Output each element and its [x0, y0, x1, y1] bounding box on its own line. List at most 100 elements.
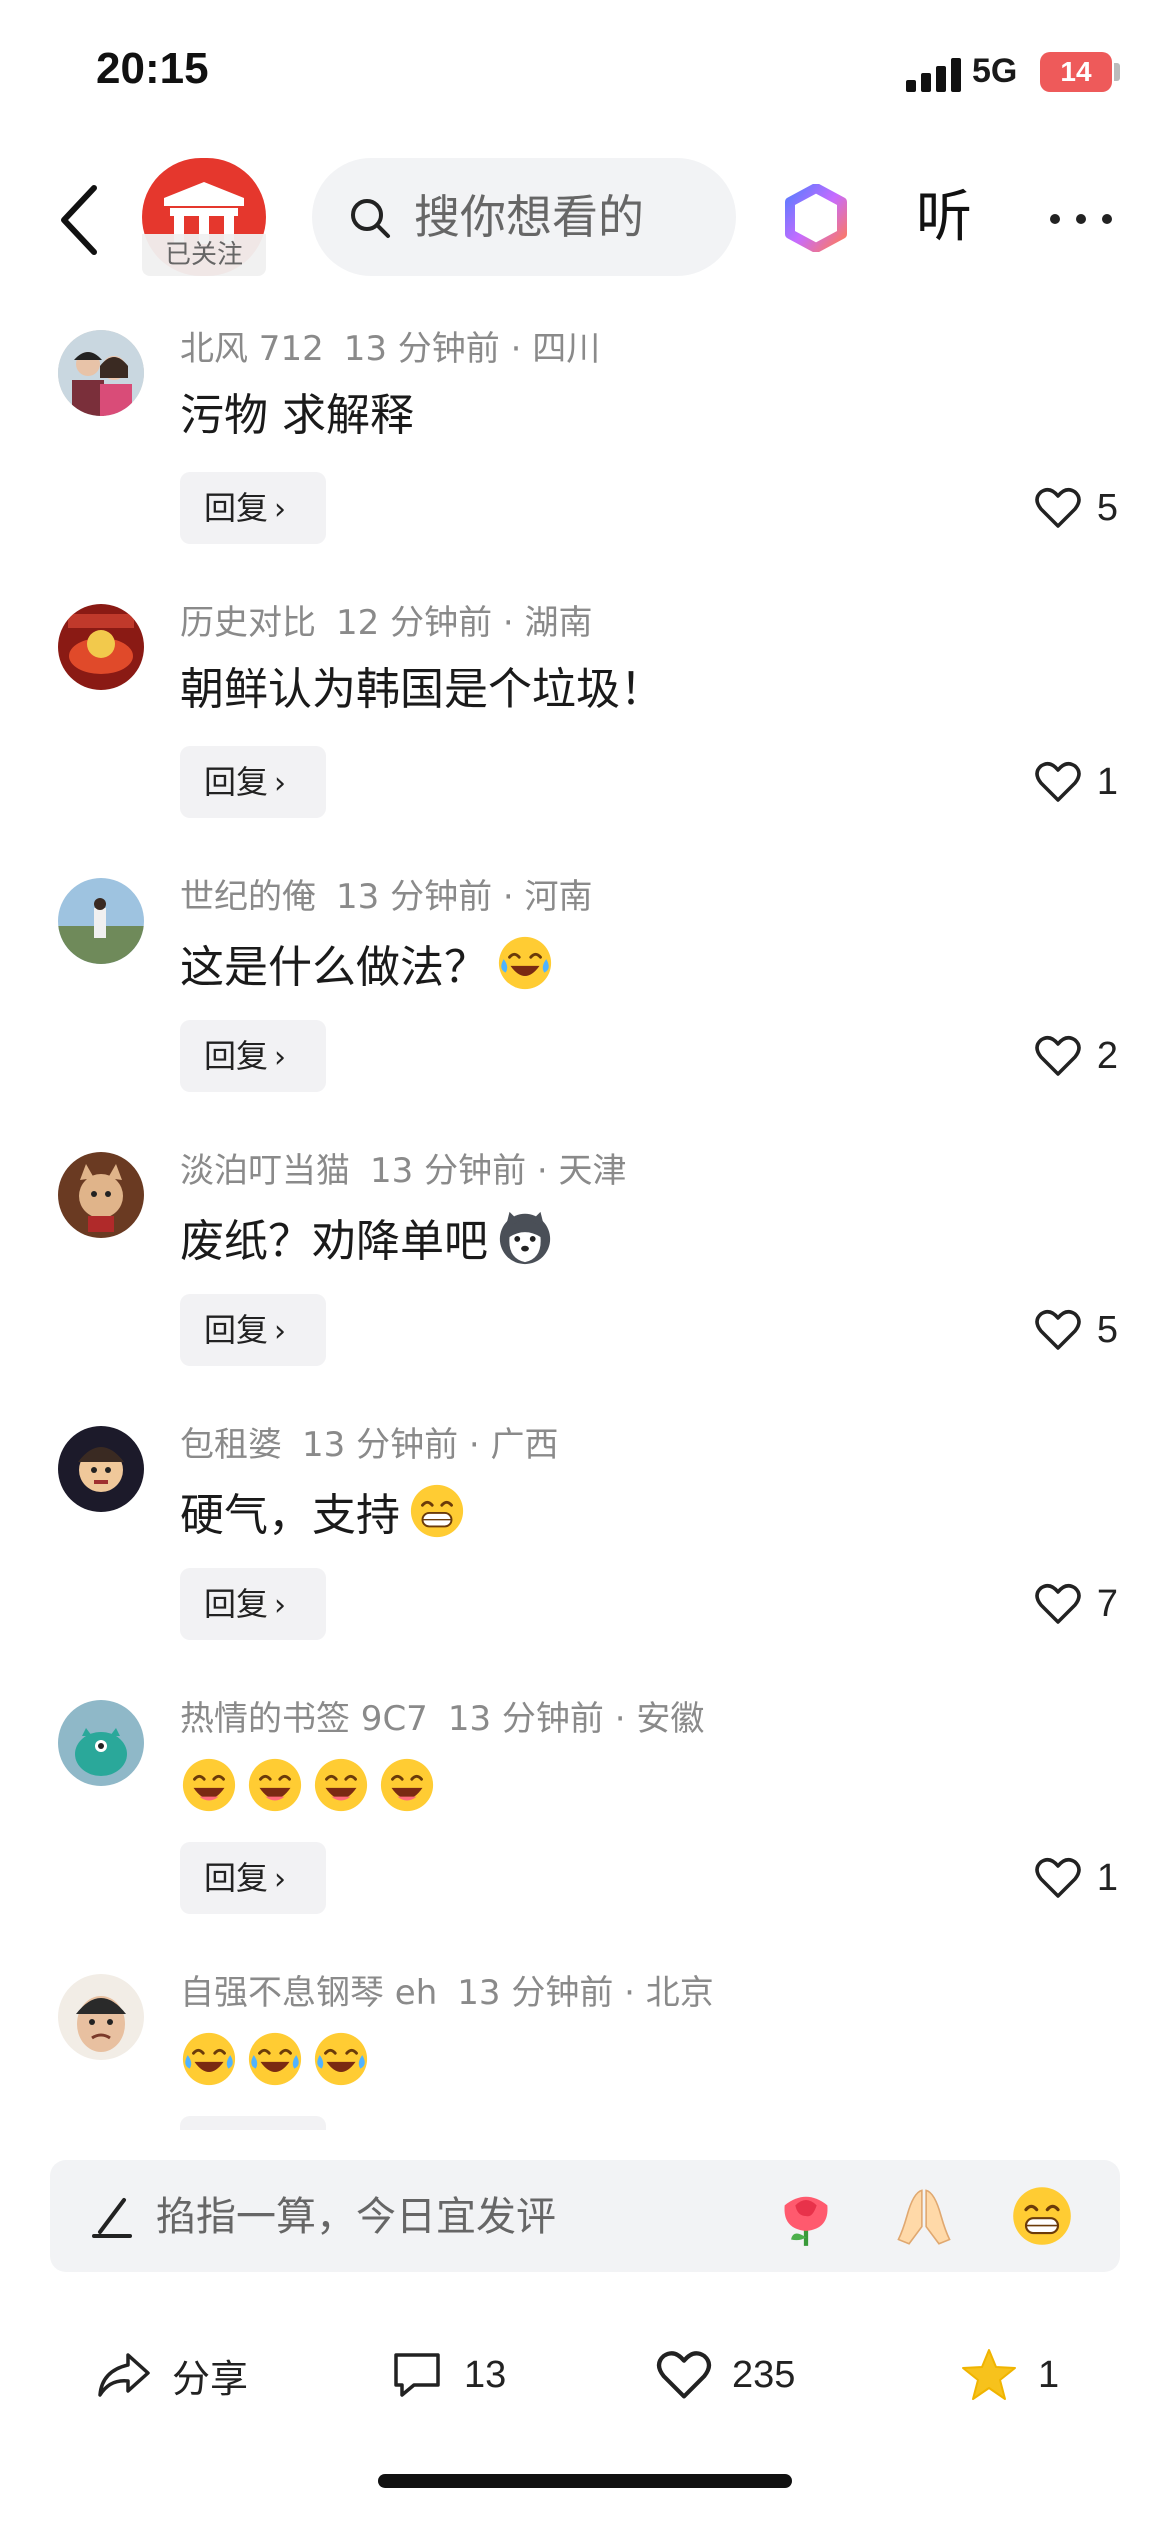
- like-button[interactable]: 2: [1035, 1026, 1118, 1086]
- comment-body: 污物 求解释: [180, 390, 414, 441]
- laugh-emoji: [378, 1756, 436, 1814]
- reply-label: 回复: [204, 489, 269, 527]
- chevron-right-icon: ›: [274, 1588, 287, 1623]
- comment-text: [180, 1756, 436, 1820]
- pray-emoji[interactable]: [892, 2184, 956, 2248]
- reply-button[interactable]: 回复›: [180, 1842, 326, 1914]
- share-button[interactable]: 分享: [96, 2340, 248, 2410]
- avatar[interactable]: [58, 878, 144, 964]
- reply-button[interactable]: 回复›: [180, 1568, 326, 1640]
- like-count: 1: [1096, 760, 1118, 803]
- comment-username[interactable]: 历史对比: [180, 603, 316, 643]
- reply-button[interactable]: 回复›: [180, 1294, 326, 1366]
- comment-time: 13 分钟前: [447, 1699, 604, 1739]
- comment-meta: 热情的书签 9C7 13 分钟前 · 安徽: [180, 1699, 705, 1739]
- avatar[interactable]: [58, 1426, 144, 1512]
- comment-username[interactable]: 热情的书签 9C7: [180, 1699, 428, 1739]
- reply-label: 回复: [204, 1311, 269, 1349]
- comment-username[interactable]: 淡泊叮当猫: [180, 1151, 350, 1191]
- likes-count: 235: [732, 2353, 796, 2396]
- rose-emoji[interactable]: [774, 2184, 838, 2248]
- home-indicator[interactable]: [378, 2474, 792, 2488]
- like-post-button[interactable]: 235: [656, 2340, 795, 2410]
- comment-meta: 淡泊叮当猫 13 分钟前 · 天津: [180, 1151, 627, 1191]
- grin-emoji[interactable]: [1010, 2184, 1074, 2248]
- back-button[interactable]: [50, 180, 110, 260]
- reply-label: 回复: [204, 1037, 269, 1075]
- reply-label: 回复: [204, 763, 269, 801]
- ai-assistant-icon[interactable]: [784, 183, 848, 253]
- reply-label: 回复: [204, 1859, 269, 1897]
- comment-input[interactable]: 掐指一算，今日宜发评: [50, 2160, 1120, 2272]
- like-count: 5: [1096, 486, 1118, 529]
- reply-button[interactable]: 回复›: [180, 746, 326, 818]
- comment-meta: 自强不息钢琴 eh 13 分钟前 · 北京: [180, 1973, 714, 2013]
- avatar[interactable]: [58, 1700, 144, 1786]
- battery-icon: 14: [1040, 52, 1112, 92]
- comment-item: 自强不息钢琴 eh13 分钟前 · 北京 回复› 1: [0, 1944, 1170, 2132]
- comments-count: 13: [464, 2353, 507, 2396]
- comment-meta: 世纪的俺 13 分钟前 · 河南: [180, 877, 593, 917]
- comment-body: 朝鲜认为韩国是个垃圾！: [180, 664, 664, 715]
- comment-username[interactable]: 包租婆: [180, 1425, 282, 1465]
- avatar[interactable]: [58, 1974, 144, 2060]
- comment-text: 这是什么做法？: [180, 934, 554, 998]
- like-button[interactable]: 1: [1035, 752, 1118, 812]
- reply-button[interactable]: 回复›: [180, 1020, 326, 1092]
- comment-time: 13 分钟前: [370, 1151, 527, 1191]
- comment-time: 13 分钟前: [457, 1973, 614, 2013]
- comment-icon: [394, 2353, 440, 2397]
- comment-text: [180, 2030, 370, 2094]
- action-bar: 分享 13 235 1: [0, 2320, 1170, 2430]
- comment-body: 硬气，支持: [180, 1490, 400, 1541]
- avatar[interactable]: [58, 604, 144, 690]
- reply-button[interactable]: 回复›: [180, 472, 326, 544]
- comment-username[interactable]: 世纪的俺: [180, 877, 316, 917]
- comment-meta: 包租婆 13 分钟前 · 广西: [180, 1425, 559, 1465]
- comment-location: 北京: [645, 1973, 714, 2013]
- chevron-right-icon: ›: [274, 1862, 287, 1897]
- share-icon: [98, 2353, 150, 2397]
- comments-button[interactable]: 13: [390, 2340, 506, 2410]
- bottom-panel: 掐指一算，今日宜发评 分享 13 235 1: [0, 2130, 1170, 2532]
- comment-item: 淡泊叮当猫 13 分钟前 · 天津 废纸？劝降单吧 回复 › 5: [0, 1122, 1170, 1397]
- share-label: 分享: [172, 2358, 249, 2401]
- laugh-emoji: [180, 1756, 238, 1814]
- comment-body: 这是什么做法？: [180, 942, 488, 993]
- chevron-right-icon: ›: [274, 1040, 287, 1075]
- avatar[interactable]: [58, 1152, 144, 1238]
- favorite-button[interactable]: 1: [960, 2340, 1059, 2410]
- comment-time: 12 分钟前: [336, 603, 493, 643]
- grin-emoji: [408, 1482, 466, 1540]
- more-menu-button[interactable]: [1044, 196, 1120, 240]
- comment-item: 热情的书签 9C7 13 分钟前 · 安徽 回复 › 1: [0, 1670, 1170, 1945]
- like-button[interactable]: 5: [1035, 478, 1118, 538]
- comment-list[interactable]: 北风 712 13 分钟前 · 四川 污物 求解释 回复 › 5 历史对比 12 分钟…: [0, 300, 1170, 2132]
- comment-time: 13 分钟前: [336, 877, 493, 917]
- chevron-right-icon: ›: [274, 1314, 287, 1349]
- search-input[interactable]: 搜你想看的: [312, 158, 736, 276]
- comment-username[interactable]: 自强不息钢琴 eh: [180, 1973, 437, 2013]
- like-count: 5: [1096, 1308, 1118, 1351]
- network-type: 5G: [972, 52, 1018, 90]
- laugh-emoji: [246, 1756, 304, 1814]
- heart-icon: [1035, 1310, 1081, 1350]
- like-button[interactable]: 1: [1035, 1848, 1118, 1908]
- laugh-cry-emoji: [496, 934, 554, 992]
- like-button[interactable]: 5: [1035, 1300, 1118, 1360]
- chevron-right-icon: ›: [274, 766, 287, 801]
- like-button[interactable]: 7: [1035, 1574, 1118, 1634]
- comment-location: 广西: [490, 1425, 559, 1465]
- cellular-signal-icon: [906, 58, 962, 92]
- laugh-emoji: [312, 1756, 370, 1814]
- favorites-count: 1: [1038, 2353, 1060, 2396]
- avatar[interactable]: [58, 330, 144, 416]
- publisher-avatar[interactable]: 已关注: [142, 158, 266, 282]
- comment-username[interactable]: 北风 712: [180, 329, 324, 369]
- chevron-right-icon: ›: [274, 492, 287, 527]
- comment-text: 硬气，支持: [180, 1482, 466, 1546]
- like-count: 1: [1096, 1856, 1118, 1899]
- input-placeholder: 掐指一算，今日宜发评: [156, 2194, 556, 2240]
- listen-button[interactable]: 听: [916, 180, 972, 256]
- comment-location: 安徽: [636, 1699, 705, 1739]
